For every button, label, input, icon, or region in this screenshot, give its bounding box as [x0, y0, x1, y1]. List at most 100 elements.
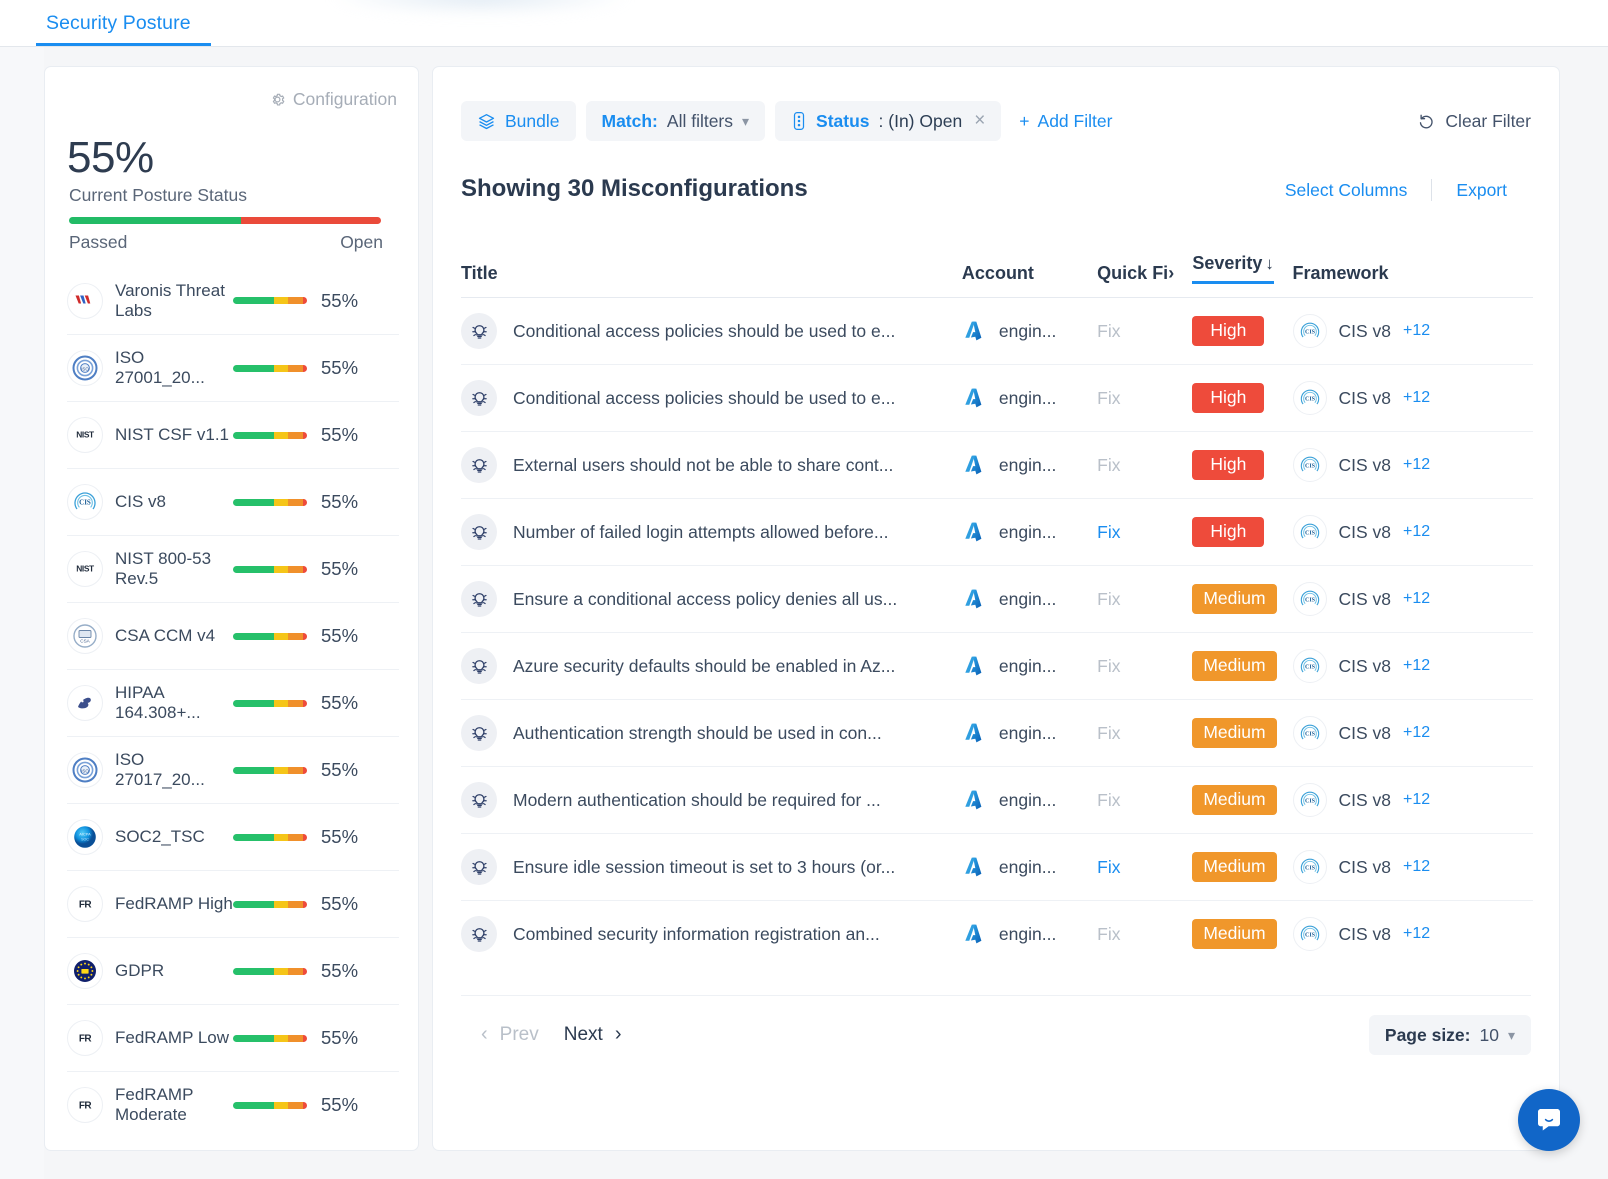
svg-text:CIS: CIS — [1304, 597, 1315, 603]
clear-filter-label: Clear Filter — [1445, 110, 1531, 131]
framework-list-item[interactable]: Varonis Threat Labs 55% — [67, 267, 399, 334]
table-row[interactable]: Azure security defaults should be enable… — [461, 632, 1533, 700]
framework-more-count[interactable]: +12 — [1403, 389, 1430, 407]
framework-score-bar — [233, 1034, 307, 1042]
cell-severity: Medium — [1192, 766, 1293, 834]
framework-score: 55% — [321, 1094, 359, 1115]
misconfiguration-icon — [461, 648, 497, 684]
framework-score-bar — [233, 431, 307, 439]
bundle-button[interactable]: Bundle — [461, 101, 576, 141]
configuration-label: Configuration — [292, 89, 397, 109]
misconfiguration-title[interactable]: Authentication strength should be used i… — [513, 723, 882, 744]
cell-framework: CIS CIS v8 +12 — [1292, 298, 1533, 365]
column-header-framework[interactable]: Framework — [1293, 253, 1533, 298]
severity-badge: High — [1192, 382, 1265, 414]
framework-list-item[interactable]: CIS CIS v8 55% — [67, 468, 399, 535]
framework-more-count[interactable]: +12 — [1403, 657, 1430, 675]
framework-list-item[interactable]: GDPR 55% — [67, 937, 399, 1004]
misconfiguration-title[interactable]: External users should not be able to sha… — [513, 455, 893, 476]
severity-badge: High — [1192, 516, 1265, 548]
lightbulb-icon — [471, 391, 487, 406]
cell-severity: Medium — [1192, 699, 1293, 767]
select-columns-button[interactable]: Select Columns — [1261, 180, 1432, 201]
azure-icon — [965, 790, 982, 810]
table-row[interactable]: Ensure idle session timeout is set to 3 … — [461, 833, 1533, 901]
table-row[interactable]: Ensure a conditional access policy denie… — [461, 565, 1533, 633]
table-row[interactable]: Conditional access policies should be us… — [461, 298, 1533, 365]
framework-list-item[interactable]: FR FedRAMP Low 55% — [67, 1004, 399, 1071]
misconfiguration-title[interactable]: Ensure a conditional access policy denie… — [513, 589, 897, 610]
tab-security-posture[interactable]: Security Posture — [36, 0, 201, 46]
quick-fix-link[interactable]: Fix — [1097, 522, 1120, 542]
framework-more-count[interactable]: +12 — [1403, 791, 1430, 809]
prev-page-button[interactable]: ‹ Prev — [471, 1015, 549, 1054]
severity-badge: Medium — [1192, 583, 1277, 615]
framework-more-count[interactable]: +12 — [1403, 590, 1430, 608]
severity-sort-group[interactable]: Severity ↓ — [1192, 253, 1274, 284]
framework-name: CIS v8 — [1338, 923, 1392, 944]
framework-more-count[interactable]: +12 — [1403, 724, 1430, 742]
misconfiguration-icon — [461, 447, 497, 483]
framework-more-count[interactable]: +12 — [1403, 456, 1430, 474]
severity-badge: High — [1192, 315, 1265, 347]
table-row[interactable]: External users should not be able to sha… — [461, 431, 1533, 499]
azure-icon — [965, 321, 982, 341]
framework-more-count[interactable]: +12 — [1403, 523, 1430, 541]
column-header-quick-fix[interactable]: Quick Fi› — [1097, 253, 1192, 298]
page-size-selector[interactable]: Page size: 10 ▾ — [1368, 1015, 1531, 1055]
next-page-button[interactable]: Next › — [554, 1015, 632, 1054]
misconfiguration-title[interactable]: Azure security defaults should be enable… — [513, 656, 895, 677]
table-row[interactable]: Authentication strength should be used i… — [461, 699, 1533, 767]
misconfiguration-title[interactable]: Ensure idle session timeout is set to 3 … — [513, 857, 895, 878]
framework-name: CIS v8 — [1338, 856, 1392, 877]
cell-framework: CIS CIS v8 +12 — [1292, 766, 1533, 834]
account-name: engin... — [998, 588, 1057, 609]
framework-list-item[interactable]: NIST NIST CSF v1.1 55% — [67, 401, 399, 468]
table-row[interactable]: Modern authentication should be required… — [461, 766, 1533, 834]
framework-more-count[interactable]: +12 — [1403, 322, 1430, 340]
framework-list-item[interactable]: CSA CSA CCM v4 55% — [67, 602, 399, 669]
framework-score-bar — [233, 967, 307, 975]
match-filter-chip[interactable]: Match: All filters ▾ — [585, 101, 766, 141]
framework-more-count[interactable]: +12 — [1403, 858, 1430, 876]
framework-list-item[interactable]: FR FedRAMP High 55% — [67, 870, 399, 937]
column-header-severity[interactable]: Severity ↓ — [1192, 253, 1292, 298]
misconfiguration-title[interactable]: Number of failed login attempts allowed … — [513, 522, 888, 543]
misconfiguration-title[interactable]: Conditional access policies should be us… — [513, 388, 895, 409]
cell-severity: Medium — [1192, 833, 1293, 901]
framework-list-item[interactable]: ISO ISO 27001_20... 55% — [67, 334, 399, 401]
severity-badge: Medium — [1192, 717, 1277, 749]
framework-list-item[interactable]: FR FedRAMP Moderate 55% — [67, 1071, 399, 1138]
framework-list-item[interactable]: ISO ISO 27017_20... 55% — [67, 736, 399, 803]
cell-account: engin... — [961, 565, 1098, 633]
chat-launcher-button[interactable] — [1518, 1089, 1580, 1151]
quick-fix-link[interactable]: Fix — [1097, 857, 1120, 877]
table-row[interactable]: Conditional access policies should be us… — [461, 364, 1533, 432]
misconfiguration-title[interactable]: Conditional access policies should be us… — [513, 321, 895, 342]
cis-icon: CIS — [1300, 456, 1319, 472]
cell-title: Modern authentication should be required… — [461, 766, 962, 834]
add-filter-button[interactable]: + Add Filter — [1019, 111, 1112, 132]
remove-status-filter-icon[interactable]: × — [974, 110, 985, 132]
fedramp-icon: FR — [67, 1020, 103, 1056]
framework-list-item[interactable]: HIPAA 164.308+... 55% — [67, 669, 399, 736]
column-header-account[interactable]: Account — [962, 253, 1097, 298]
iso-icon: ISO — [67, 350, 103, 386]
clear-filter-button[interactable]: Clear Filter — [1417, 101, 1531, 141]
cis-icon: CIS — [1300, 523, 1319, 539]
framework-list-item[interactable]: NIST NIST 800-53 Rev.5 55% — [67, 535, 399, 602]
quick-fix-link: Fix — [1097, 722, 1121, 743]
configuration-button[interactable]: Configuration — [269, 89, 397, 110]
framework-list-item[interactable]: AICPA SOC SOC2_TSC 55% — [67, 803, 399, 870]
export-button[interactable]: Export — [1432, 180, 1531, 201]
status-filter-chip[interactable]: Status : (In) Open × — [775, 101, 1002, 141]
table-row[interactable]: Number of failed login attempts allowed … — [461, 498, 1533, 566]
misconfiguration-title[interactable]: Modern authentication should be required… — [513, 790, 881, 811]
table-row[interactable]: Combined security information registrati… — [461, 900, 1533, 968]
framework-score: 55% — [321, 289, 359, 311]
azure-icon — [965, 924, 982, 944]
cell-framework: CIS CIS v8 +12 — [1292, 699, 1533, 767]
misconfiguration-title[interactable]: Combined security information registrati… — [513, 924, 880, 945]
framework-more-count[interactable]: +12 — [1403, 925, 1430, 943]
column-header-title[interactable]: Title — [461, 253, 962, 298]
